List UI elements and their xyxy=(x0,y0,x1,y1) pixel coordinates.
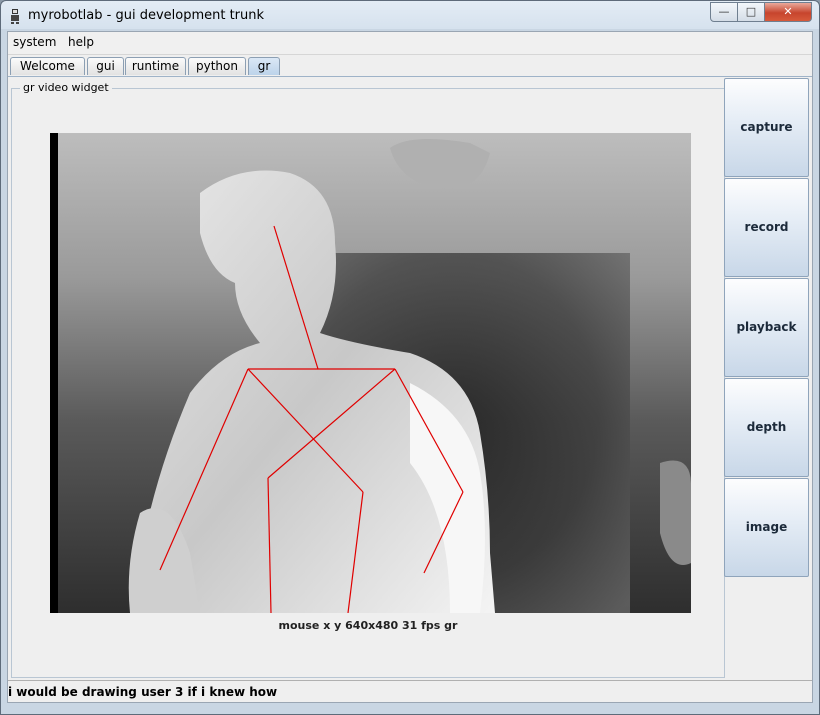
tab-python[interactable]: python xyxy=(188,57,246,75)
menu-system[interactable]: system xyxy=(13,35,56,49)
menu-help[interactable]: help xyxy=(68,35,94,49)
tab-runtime[interactable]: runtime xyxy=(125,57,186,75)
left-edge xyxy=(50,133,58,613)
tab-strip: Welcome gui runtime python gr xyxy=(8,56,812,77)
playback-button[interactable]: playback xyxy=(724,278,809,377)
depth-button[interactable]: depth xyxy=(724,378,809,477)
window-title: myrobotlab - gui development trunk xyxy=(28,8,265,23)
client-area: system help Welcome gui runtime python g… xyxy=(7,31,813,703)
app-window: myrobotlab - gui development trunk — □ ✕… xyxy=(0,0,820,715)
image-button[interactable]: image xyxy=(724,478,809,577)
menu-bar: system help xyxy=(8,32,812,55)
record-button[interactable]: record xyxy=(724,178,809,277)
side-button-panel: capture record playback depth image xyxy=(724,78,810,578)
capture-button[interactable]: capture xyxy=(724,78,809,177)
close-button[interactable]: ✕ xyxy=(764,2,812,22)
maximize-button[interactable]: □ xyxy=(737,2,765,22)
tab-welcome[interactable]: Welcome xyxy=(10,57,85,75)
minimize-button[interactable]: — xyxy=(710,2,738,22)
status-text: i would be drawing user 3 if i knew how xyxy=(8,685,278,699)
video-widget-panel: gr video widget mouse x y 640x480 31 fps… xyxy=(11,81,725,678)
tab-gr[interactable]: gr xyxy=(248,57,280,75)
title-bar[interactable]: myrobotlab - gui development trunk — □ ✕ xyxy=(1,1,819,31)
panel-title: gr video widget xyxy=(20,81,112,94)
tab-gui[interactable]: gui xyxy=(87,57,124,75)
app-icon xyxy=(11,9,19,24)
depth-video-frame[interactable] xyxy=(50,133,691,613)
status-bar: i would be drawing user 3 if i knew how xyxy=(8,680,812,701)
video-status-caption: mouse x y 640x480 31 fps gr xyxy=(278,619,458,632)
